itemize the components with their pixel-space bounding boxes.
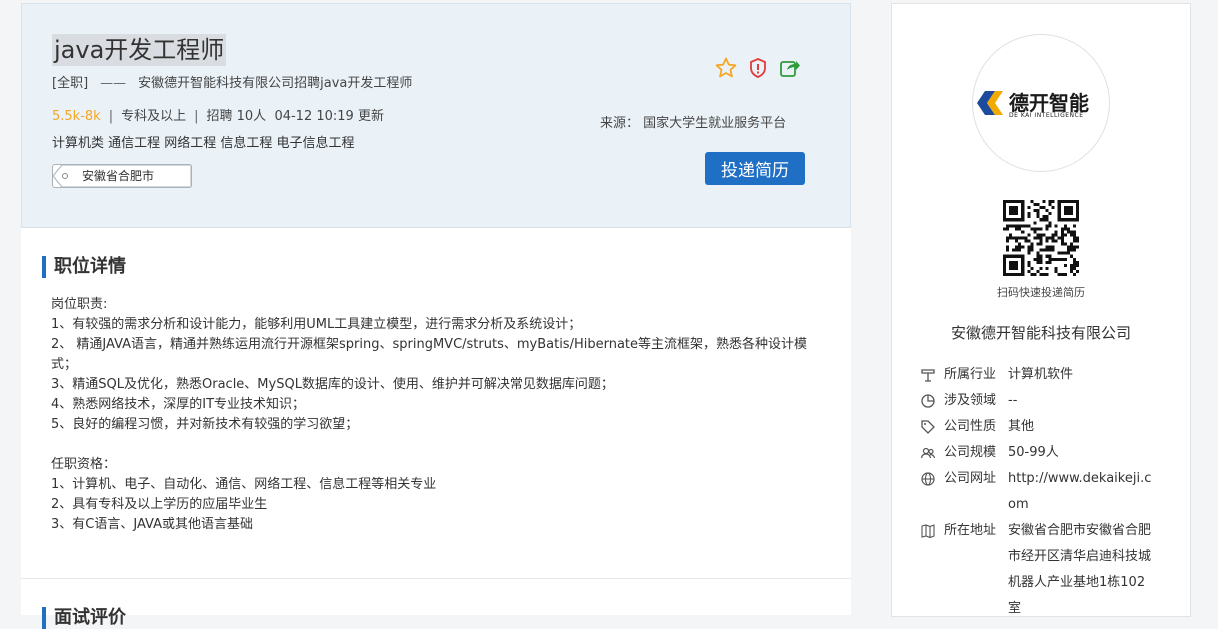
company-sidebar: 德开智能 DE KAI INTELLIGENCE 扫码快速投递简历 安徽德开智能… bbox=[891, 3, 1191, 617]
info-label: 所在地址 bbox=[944, 523, 997, 538]
subline-dash: —— bbox=[100, 76, 127, 91]
desc-line: 任职资格： bbox=[51, 457, 117, 472]
desc-line: 3、有C语言、JAVA或其他语言基础 bbox=[51, 517, 253, 532]
company-name[interactable]: 安徽德开智能科技有限公司 bbox=[892, 322, 1190, 343]
company-info-field: 涉及领域 -- bbox=[920, 388, 1182, 414]
logo-subtext: DE KAI INTELLIGENCE bbox=[1009, 112, 1084, 119]
info-label: 公司性质 bbox=[944, 419, 997, 434]
people-icon bbox=[920, 447, 936, 459]
location-text: 安徽省合肥市 bbox=[82, 169, 155, 183]
job-meta: 5.5k-8k | 专科及以上 | 招聘 10人 04-12 10:19 更新 bbox=[52, 109, 384, 124]
desc-line: 1、有较强的需求分析和设计能力，能够利用UML工具建立模型，进行需求分析及系统设… bbox=[51, 317, 582, 332]
company-logo[interactable]: 德开智能 DE KAI INTELLIGENCE bbox=[972, 34, 1110, 172]
desc-line: 4、熟悉网络技术，深厚的IT专业技术知识； bbox=[51, 397, 306, 412]
info-label: 公司网址 bbox=[944, 471, 997, 486]
company-info-website: 公司网址 http://www.dekaikeji.com bbox=[920, 466, 1182, 518]
desc-line: 岗位职责: bbox=[51, 297, 108, 312]
job-header-card: java开发工程师 [全职] —— 安徽德开智能科技有限公司招聘java开发工程师 … bbox=[21, 3, 851, 228]
company-info-size: 公司规模 50-99人 bbox=[920, 440, 1182, 466]
section-title-job-detail: 职位详情 bbox=[42, 256, 126, 278]
company-website-link[interactable]: http://www.dekaikeji.com bbox=[1008, 466, 1158, 518]
qr-code[interactable] bbox=[1003, 200, 1079, 276]
globe-icon bbox=[921, 472, 935, 486]
pie-chart-icon bbox=[921, 394, 935, 408]
company-info-address: 所在地址 安徽省合肥市安徽省合肥市经开区清华启迪科技城机器人产业基地1栋102室 bbox=[920, 518, 1182, 622]
qr-caption: 扫码快速投递简历 bbox=[997, 286, 1085, 299]
education-requirement: 专科及以上 bbox=[121, 109, 187, 124]
info-label: 所属行业 bbox=[944, 367, 997, 382]
required-majors: 计算机类 通信工程 网络工程 信息工程 电子信息工程 bbox=[52, 136, 355, 151]
report-shield-icon[interactable] bbox=[746, 56, 770, 80]
desc-line: 3、精通SQL及优化，熟悉Oracle、MySQL数据库的设计、使用、维护并可解… bbox=[51, 377, 614, 392]
share-icon[interactable] bbox=[778, 56, 802, 80]
industry-icon bbox=[921, 369, 935, 382]
company-info-industry: 所属行业 计算机软件 bbox=[920, 362, 1182, 388]
job-title: java开发工程师 bbox=[52, 34, 227, 66]
info-label: 公司规模 bbox=[944, 445, 997, 460]
info-value: 其他 bbox=[1008, 419, 1035, 434]
headcount: 招聘 10人 bbox=[206, 109, 267, 124]
section-divider bbox=[21, 578, 851, 579]
recruit-line: 安徽德开智能科技有限公司招聘java开发工程师 bbox=[138, 76, 413, 91]
job-source: 来源： 国家大学生就业服务平台 bbox=[600, 116, 787, 131]
location-tag: 安徽省合肥市 bbox=[52, 164, 192, 188]
section-title-interview-review: 面试评价 bbox=[42, 607, 126, 629]
company-info-list: 所属行业 计算机软件 涉及领域 -- 公司性质 其他 公司规模 50-99人 公… bbox=[920, 362, 1182, 622]
salary: 5.5k-8k bbox=[52, 109, 101, 124]
info-value: 安徽省合肥市安徽省合肥市经开区清华启迪科技城机器人产业基地1栋102室 bbox=[1008, 523, 1152, 616]
desc-line: 2、 精通JAVA语言，精通并熟练运用流行开源框架spring、springMV… bbox=[51, 337, 808, 372]
update-time: 04-12 10:19 更新 bbox=[274, 109, 384, 124]
desc-line: 1、计算机、电子、自动化、通信、网络工程、信息工程等相关专业 bbox=[51, 477, 437, 492]
star-icon[interactable] bbox=[714, 56, 738, 80]
desc-line: 5、良好的编程习惯，并对新技术有较强的学习欲望； bbox=[51, 417, 359, 432]
job-actions bbox=[714, 56, 804, 82]
job-description: 岗位职责: 1、有较强的需求分析和设计能力，能够利用UML工具建立模型，进行需求… bbox=[51, 295, 831, 535]
company-info-nature: 公司性质 其他 bbox=[920, 414, 1182, 440]
info-label: 涉及领域 bbox=[944, 393, 997, 408]
apply-resume-button[interactable]: 投递简历 bbox=[705, 152, 805, 185]
desc-blank-line bbox=[51, 435, 831, 455]
job-subline: [全职] —— 安徽德开智能科技有限公司招聘java开发工程师 bbox=[52, 72, 412, 91]
info-value: 计算机软件 bbox=[1008, 367, 1074, 382]
info-value: 50-99人 bbox=[1008, 445, 1059, 460]
job-type: [全职] bbox=[52, 76, 89, 91]
map-icon bbox=[921, 524, 935, 539]
desc-line: 2、具有专科及以上学历的应届毕业生 bbox=[51, 497, 268, 512]
info-value: -- bbox=[1008, 393, 1018, 408]
job-main-column: java开发工程师 [全职] —— 安徽德开智能科技有限公司招聘java开发工程师 … bbox=[21, 3, 851, 629]
tag-icon bbox=[921, 420, 935, 434]
